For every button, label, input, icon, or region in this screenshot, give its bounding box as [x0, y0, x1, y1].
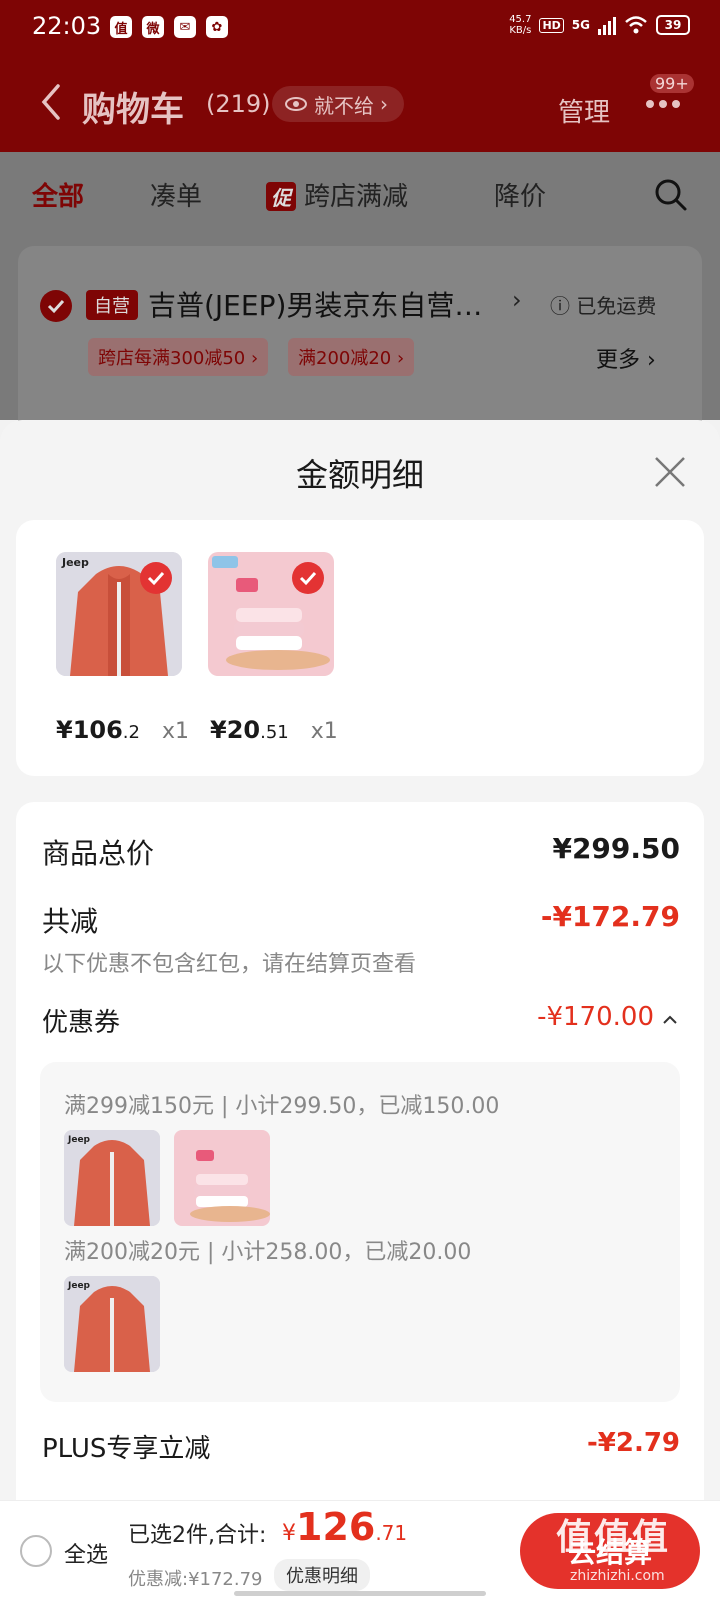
tab-cross-store-label: 跨店满减: [304, 182, 409, 212]
privacy-label: 就不给: [314, 93, 374, 118]
item-selected-check[interactable]: [292, 562, 324, 594]
price-detail-sheet: 金额明细 Jeep ¥106.2 x1 ¥20.51 x1 商品总价 ¥299.…: [0, 420, 720, 1522]
net-speed: 45.7 KB/s: [509, 14, 532, 36]
free-shipping-label: 已免运费: [576, 294, 657, 318]
info-icon: ⓘ: [550, 294, 577, 318]
coupon-label: 优惠券: [42, 1008, 121, 1038]
check-icon: [147, 571, 165, 586]
svg-text:Jeep: Jeep: [67, 1135, 91, 1145]
close-icon[interactable]: [652, 454, 688, 490]
coupon-value[interactable]: -¥170.00: [537, 1002, 654, 1032]
total-value: ¥299.50: [552, 832, 680, 865]
more-coupons[interactable]: 更多 ›: [596, 342, 656, 374]
total-int: 126: [296, 1505, 376, 1549]
check-icon: [299, 571, 317, 586]
total-price: ¥126.71: [282, 1505, 407, 1549]
total-label: 商品总价: [42, 837, 155, 870]
store-coupon[interactable]: 跨店每满300减50 ›: [88, 338, 269, 376]
signal-icon: [598, 15, 616, 35]
battery-icon: 39: [656, 15, 690, 35]
manage-button[interactable]: 管理: [558, 92, 610, 129]
search-icon[interactable]: [654, 178, 688, 212]
plus-value: -¥2.79: [586, 1428, 680, 1458]
item-price-dec: .2: [122, 722, 140, 743]
self-operated-tag: 自营: [86, 290, 138, 320]
store-card: 自营 吉普(JEEP)男装京东自营旗舰店 › ⓘ 已免运费 跨店每满300减50…: [18, 246, 702, 446]
status-time: 22:03: [32, 12, 102, 40]
select-all-label[interactable]: 全选: [64, 1537, 108, 1569]
check-icon: [47, 299, 65, 314]
plus-label: PLUS专享立减: [42, 1434, 211, 1464]
home-indicator[interactable]: [234, 1591, 486, 1596]
network-type: 5G: [571, 18, 590, 32]
eye-icon: [285, 97, 307, 111]
hd-icon: HD: [539, 17, 564, 33]
status-right: 45.7 KB/s HD 5G 39: [509, 14, 690, 36]
item-price: ¥106.2 x1: [56, 716, 189, 744]
free-shipping: ⓘ 已免运费: [550, 290, 656, 319]
jacket-image: Jeep: [64, 1276, 160, 1372]
wifi-icon: [625, 16, 647, 34]
tab-cross-store[interactable]: 促跨店满减: [266, 176, 408, 213]
tab-bundle[interactable]: 凑单: [150, 176, 202, 213]
item-price-dec: .51: [260, 722, 289, 743]
store-check[interactable]: [40, 290, 72, 322]
coupon-rule: 满200减20元 | 小计258.00，已减20.00: [64, 1240, 472, 1265]
coupon-item-underwear: [174, 1130, 270, 1226]
tab-price-drop[interactable]: 降价: [494, 176, 546, 213]
tab-all[interactable]: 全部: [32, 176, 84, 213]
watermark-logo: 值值值: [556, 1517, 671, 1558]
currency-symbol: ¥: [282, 1521, 296, 1546]
item-price-int: ¥20: [210, 716, 261, 744]
reduction-label: 共减: [42, 905, 99, 938]
item-qty: x1: [161, 719, 190, 744]
chevron-right-icon[interactable]: ›: [512, 286, 522, 314]
item-selected-check[interactable]: [140, 562, 172, 594]
coupon-rule: 满299减150元 | 小计299.50，已减150.00: [64, 1094, 500, 1119]
coupon-item-jacket: Jeep: [64, 1276, 160, 1372]
underwear-image: [174, 1130, 270, 1226]
back-icon[interactable]: [36, 82, 66, 122]
cart-header: 购物车 (219) 就不给 › 管理 99+: [0, 56, 720, 152]
page-title: 购物车: [82, 90, 184, 130]
cart-count: (219): [206, 90, 271, 118]
app-notification-icon: 值: [110, 16, 132, 38]
select-all-checkbox[interactable]: [20, 1535, 52, 1567]
jacket-image: Jeep: [64, 1130, 160, 1226]
product-thumbnail-underwear[interactable]: [208, 552, 334, 676]
notification-icons: 值 微 ✉ ✿: [110, 16, 228, 38]
item-price-int: ¥106: [56, 716, 123, 744]
more-icon[interactable]: [638, 84, 688, 124]
reduction-value: -¥172.79: [540, 900, 680, 933]
svg-text:Jeep: Jeep: [61, 556, 89, 569]
item-price: ¥20.51 x1: [210, 716, 338, 744]
reduction-note: 以下优惠不包含红包，请在结算页查看: [42, 952, 417, 977]
discount-detail-button[interactable]: 优惠明细: [274, 1559, 370, 1591]
cart-tabs: 全部 凑单 促跨店满减 降价: [0, 152, 720, 240]
privacy-toggle[interactable]: 就不给 ›: [272, 86, 404, 122]
chevron-up-icon[interactable]: [662, 1014, 678, 1026]
store-name[interactable]: 吉普(JEEP)男装京东自营旗舰店: [148, 284, 488, 324]
gift-icon: ✿: [206, 16, 228, 38]
price-breakdown: 商品总价 ¥299.50 共减 -¥172.79 以下优惠不包含红包，请在结算页…: [16, 802, 704, 1522]
promo-tag: 促: [266, 182, 296, 211]
store-coupon[interactable]: 满200减20 ›: [288, 338, 415, 376]
item-qty: x1: [310, 719, 338, 744]
coupon-item-jacket: Jeep: [64, 1130, 160, 1226]
selected-summary: 已选2件,合计:: [128, 1523, 267, 1548]
selected-items: Jeep ¥106.2 x1 ¥20.51 x1: [16, 520, 704, 776]
mail-icon: ✉: [174, 16, 196, 38]
discount-summary: 优惠减:¥172.79: [128, 1569, 263, 1590]
wechat-icon: 微: [142, 16, 164, 38]
product-thumbnail-jacket[interactable]: Jeep: [56, 552, 182, 676]
total-dec: .71: [375, 1521, 408, 1545]
svg-text:Jeep: Jeep: [67, 1281, 91, 1291]
coupon-breakdown: 满299减150元 | 小计299.50，已减150.00 Jeep 满200减…: [40, 1062, 680, 1402]
status-bar: 22:03 值 微 ✉ ✿ 45.7 KB/s HD 5G 39: [0, 0, 720, 56]
sheet-title: 金额明细: [295, 456, 424, 494]
watermark-site: zhizhizhi.com: [570, 1568, 665, 1584]
chevron-right-icon: ›: [380, 92, 388, 116]
